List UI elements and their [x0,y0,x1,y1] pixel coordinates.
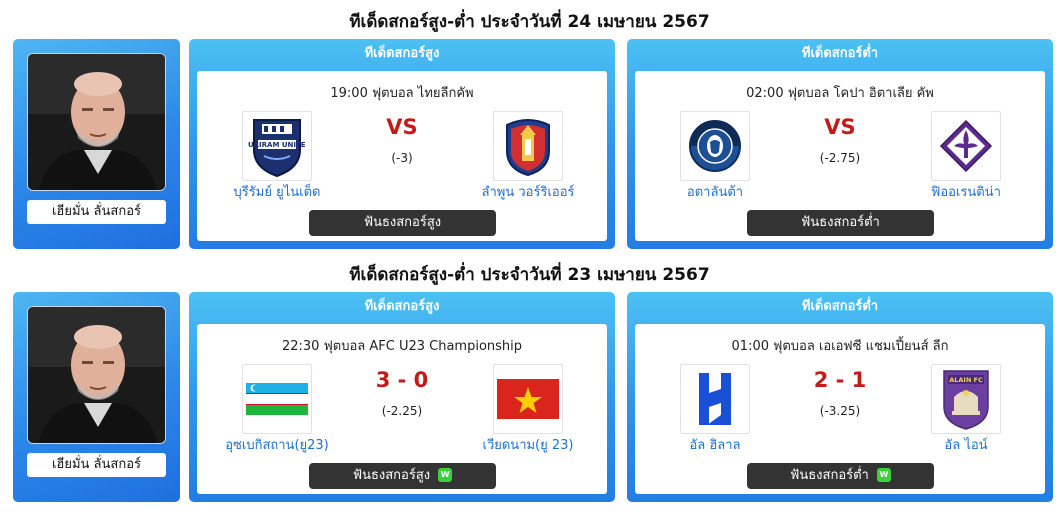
buriram-logo-icon[interactable]: BURIRAM UNITED [242,111,312,181]
match-card: 02:00 ฟุตบอล โคปา อิตาเลีย คัพ VS (-2.75… [635,71,1045,241]
tipster-card[interactable]: เฮียมั่น ลั่นสกอร์ [13,292,180,502]
home-team-name[interactable]: อัล ฮิลาล [635,434,795,455]
fiorentina-logo-icon[interactable] [931,111,1001,181]
vietnam-flag-icon[interactable] [493,364,563,434]
low-score-panel: ทีเด็ดสกอร์ต่ำ 02:00 ฟุตบอล โคปา อิตาเลี… [627,39,1053,249]
score-label: 2 - 1 [813,368,867,392]
tips-row: เฮียมั่น ลั่นสกอร์ ทีเด็ดสกอร์สูง 19:00 … [13,39,1053,249]
panel-title: ทีเด็ดสกอร์ต่ำ [801,299,879,314]
al-ain-logo-icon[interactable]: ALAIN FC [931,364,1001,434]
match-info: 19:00 ฟุตบอล ไทยลีกคัพ [330,86,474,101]
win-badge-icon: W [876,467,891,482]
tipster-name[interactable]: เฮียมั่น ลั่นสกอร์ [27,200,166,224]
al-hilal-logo-icon[interactable] [680,364,750,434]
handicap-value: (-3) [391,151,413,165]
section-title: ทีเด็ดสกอร์สูง-ต่ำ ประจำวันที่ 23 เมษายน… [349,265,710,285]
away-team-name[interactable]: เวียดนาม(ยู 23) [448,434,608,455]
tips-row: เฮียมั่น ลั่นสกอร์ ทีเด็ดสกอร์สูง 22:30 … [13,292,1053,502]
low-score-tip-button[interactable]: ฟันธงสกอร์ต่ำ W [747,463,934,489]
handicap-value: (-2.25) [381,404,423,418]
handicap-value: (-3.25) [819,404,861,418]
atalanta-logo-icon[interactable] [680,111,750,181]
panel-title: ทีเด็ดสกอร์สูง [364,299,440,314]
button-label: ฟันธงสกอร์ต่ำ [790,468,869,483]
high-score-tip-button[interactable]: ฟันธงสกอร์สูง W [309,463,496,489]
tipster-photo [27,53,166,191]
panel-title: ทีเด็ดสกอร์ต่ำ [801,46,879,61]
al-ain-logo-text: ALAIN FC [949,376,983,384]
match-info: 22:30 ฟุตบอล AFC U23 Championship [281,339,523,354]
button-label: ฟันธงสกอร์สูง [363,215,442,230]
low-score-tip-button[interactable]: ฟันธงสกอร์ต่ำ [747,210,934,236]
home-team-name[interactable]: อตาลันต้า [635,181,795,202]
match-card: 22:30 ฟุตบอล AFC U23 Championship 3 - 0 … [197,324,607,494]
match-card: 19:00 ฟุตบอล ไทยลีกคัพ BURIRAM UNITED VS… [197,71,607,241]
buriram-logo-text: BURIRAM UNITED [248,141,306,149]
away-team-name[interactable]: ลำพูน วอร์ริเออร์ [448,181,608,202]
low-score-panel: ทีเด็ดสกอร์ต่ำ 01:00 ฟุตบอล เอเอฟซี แชมเ… [627,292,1053,502]
uzbekistan-flag-icon[interactable] [242,364,312,434]
lamphun-logo-icon[interactable] [493,111,563,181]
away-team-name[interactable]: อัล ไอน์ [886,434,1046,455]
section-title: ทีเด็ดสกอร์สูง-ต่ำ ประจำวันที่ 24 เมษายน… [349,12,710,32]
panel-title: ทีเด็ดสกอร์สูง [364,46,440,61]
button-label: ฟันธงสกอร์สูง [352,468,431,483]
high-score-tip-button[interactable]: ฟันธงสกอร์สูง [309,210,496,236]
home-team-name[interactable]: บุรีรัมย์ ยูไนเต็ด [197,181,357,202]
vs-label: VS [824,115,856,139]
away-team-name[interactable]: ฟิออเรนติน่า [886,181,1046,202]
win-badge-icon: W [438,467,453,482]
high-score-panel: ทีเด็ดสกอร์สูง 22:30 ฟุตบอล AFC U23 Cham… [189,292,615,502]
tipster-card[interactable]: เฮียมั่น ลั่นสกอร์ [13,39,180,249]
match-info: 01:00 ฟุตบอล เอเอฟซี แชมเปี้ยนส์ ลีก [731,339,949,354]
button-label: ฟันธงสกอร์ต่ำ [801,215,880,230]
match-card: 01:00 ฟุตบอล เอเอฟซี แชมเปี้ยนส์ ลีก 2 -… [635,324,1045,494]
home-team-name[interactable]: อุซเบกิสถาน(ยู23) [197,434,357,455]
high-score-panel: ทีเด็ดสกอร์สูง 19:00 ฟุตบอล ไทยลีกคัพ BU… [189,39,615,249]
vs-label: VS [386,115,418,139]
handicap-value: (-2.75) [819,151,861,165]
tipster-name[interactable]: เฮียมั่น ลั่นสกอร์ [27,453,166,477]
score-label: 3 - 0 [375,368,429,392]
match-info: 02:00 ฟุตบอล โคปา อิตาเลีย คัพ [746,86,934,101]
tipster-photo [27,306,166,444]
